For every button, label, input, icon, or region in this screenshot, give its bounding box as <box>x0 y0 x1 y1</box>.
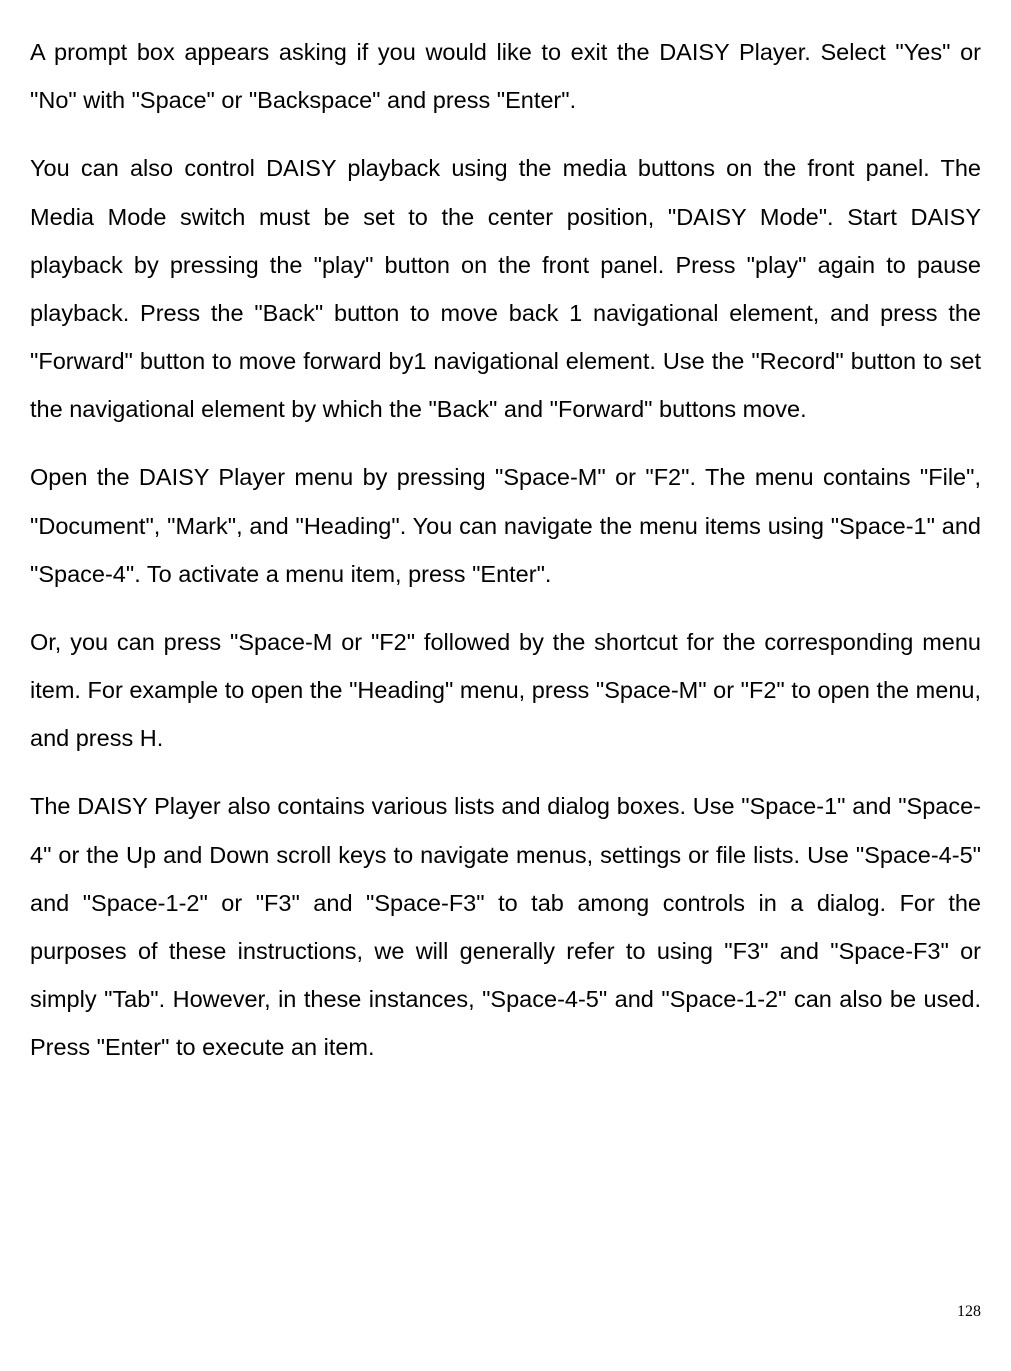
paragraph-3: Open the DAISY Player menu by pressing "… <box>30 453 981 598</box>
paragraph-2: You can also control DAISY playback usin… <box>30 144 981 433</box>
paragraph-4: Or, you can press "Space-M or "F2" follo… <box>30 618 981 763</box>
document-content: A prompt box appears asking if you would… <box>30 28 981 1071</box>
paragraph-5: The DAISY Player also contains various l… <box>30 782 981 1071</box>
paragraph-1: A prompt box appears asking if you would… <box>30 28 981 124</box>
page-number: 128 <box>957 1303 981 1321</box>
